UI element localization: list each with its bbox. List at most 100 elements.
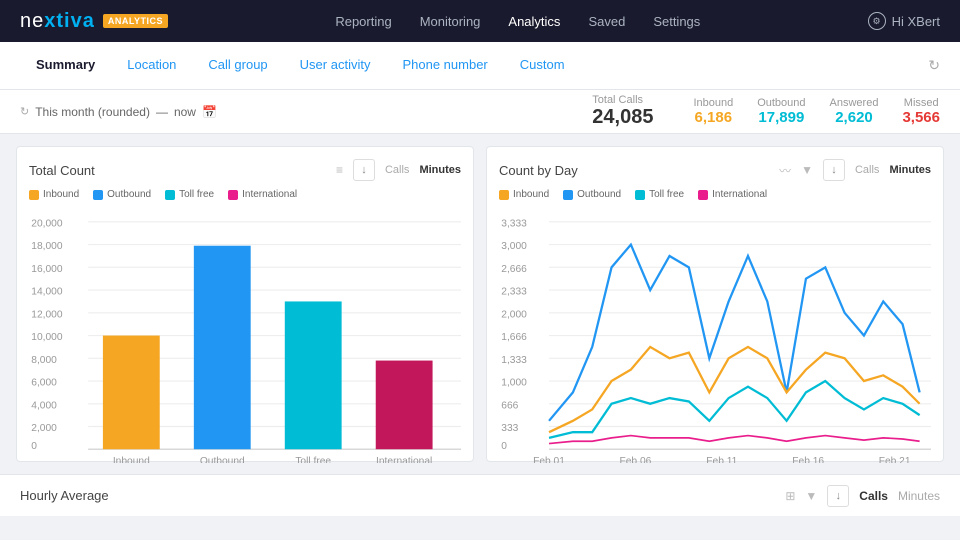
hourly-toggle-calls[interactable]: Calls [859,489,888,503]
chart-left-legend: Inbound Outbound Toll free International [29,189,461,200]
svg-text:14,000: 14,000 [31,287,63,298]
tab-bar: Summary Location Call group User activit… [0,42,960,90]
legend-right-dot-outbound [563,190,573,200]
svg-text:10,000: 10,000 [31,332,63,343]
legend-right-dot-intl [698,190,708,200]
stats-numbers: Total Calls 24,085 Inbound 6,186 Outboun… [592,94,940,129]
legend-right-label-outbound: Outbound [577,189,621,200]
logo: nextiva [20,10,95,33]
chart-left-download[interactable]: ↓ [353,159,375,181]
chart-left-title: Total Count [29,163,95,178]
legend-tollfree: Toll free [165,189,214,200]
tab-summary[interactable]: Summary [20,43,111,89]
chart-right-filter[interactable]: ▼ [801,163,813,177]
analytics-badge: ANALYTICS [103,14,168,28]
legend-international: International [228,189,297,200]
svg-text:Toll free: Toll free [295,456,331,463]
bar-international [376,361,433,450]
filter-icon: ↻ [20,105,29,118]
nav-settings[interactable]: Settings [653,14,700,29]
hourly-icon-filter[interactable]: ▼ [805,489,817,503]
chart-right-icon[interactable]: 〰 [779,162,791,179]
filter-section: ↻ This month (rounded) — now 📅 [20,105,217,119]
tab-phonenumber[interactable]: Phone number [386,43,503,89]
tab-useractivity[interactable]: User activity [284,43,387,89]
stat-answered: Answered 2,620 [830,97,879,126]
filter-label: This month (rounded) [35,105,150,119]
svg-text:Feb 16: Feb 16 [792,456,824,463]
filter-value: now [174,105,196,119]
total-count-chart: Total Count ≡ ↓ Calls Minutes Inbound Ou… [16,146,474,462]
bar-tollfree [285,301,342,449]
svg-text:333: 333 [501,423,518,434]
chart-right-toggle-calls[interactable]: Calls [855,164,879,176]
legend-dot-tollfree [165,190,175,200]
legend-right-label-inbound: Inbound [513,189,549,200]
svg-text:18,000: 18,000 [31,241,63,252]
stat-missed: Missed 3,566 [902,97,940,126]
svg-text:1,000: 1,000 [501,378,527,389]
legend-dot-outbound [93,190,103,200]
hourly-controls: ⊞ ▼ ↓ Calls Minutes [785,485,940,507]
chart-icon-trend[interactable]: ≡ [336,163,343,177]
chart-right-toggle-minutes[interactable]: Minutes [889,164,931,176]
missed-label: Missed [902,97,940,109]
nav-analytics[interactable]: Analytics [508,14,560,29]
chart-left-header: Total Count ≡ ↓ Calls Minutes [29,159,461,181]
svg-text:1,333: 1,333 [501,355,527,366]
svg-text:16,000: 16,000 [31,264,63,275]
count-by-day-chart: Count by Day 〰 ▼ ↓ Calls Minutes Inbound… [486,146,944,462]
stat-inbound: Inbound 6,186 [693,97,733,126]
svg-text:3,000: 3,000 [501,241,527,252]
svg-text:2,666: 2,666 [501,264,527,275]
svg-text:Inbound: Inbound [113,456,150,463]
svg-text:2,000: 2,000 [501,309,527,320]
line-international [549,436,920,444]
legend-right-dot-tollfree [635,190,645,200]
user-section: ⚙ Hi XBert [868,12,940,30]
hourly-icon-chart[interactable]: ⊞ [785,489,795,503]
svg-text:666: 666 [501,400,518,411]
legend-right-inbound: Inbound [499,189,549,200]
chart-right-download[interactable]: ↓ [823,159,845,181]
svg-text:3,333: 3,333 [501,218,527,229]
svg-text:0: 0 [501,441,507,452]
nav-saved[interactable]: Saved [588,14,625,29]
svg-text:6,000: 6,000 [31,378,57,389]
legend-right-outbound: Outbound [563,189,621,200]
svg-text:12,000: 12,000 [31,309,63,320]
tab-location[interactable]: Location [111,43,192,89]
chart-left-controls: ≡ ↓ Calls Minutes [336,159,461,181]
legend-right-dot-inbound [499,190,509,200]
inbound-label: Inbound [693,97,733,109]
nav-monitoring[interactable]: Monitoring [420,14,481,29]
hourly-title: Hourly Average [20,488,109,503]
stats-bar: ↻ This month (rounded) — now 📅 Total Cal… [0,90,960,134]
legend-inbound: Inbound [29,189,79,200]
logo-section: nextiva ANALYTICS [20,10,168,33]
svg-text:4,000: 4,000 [31,400,57,411]
nav-links: Reporting Monitoring Analytics Saved Set… [335,14,700,29]
line-inbound [549,347,920,432]
hourly-download[interactable]: ↓ [827,485,849,507]
chart-right-title: Count by Day [499,163,578,178]
legend-right-label-intl: International [712,189,767,200]
refresh-button[interactable]: ↻ [928,57,940,74]
missed-value: 3,566 [902,109,940,126]
nav-reporting[interactable]: Reporting [335,14,391,29]
legend-right-label-tollfree: Toll free [649,189,684,200]
legend-right-tollfree: Toll free [635,189,684,200]
chart-right-legend: Inbound Outbound Toll free International [499,189,931,200]
legend-right-intl: International [698,189,767,200]
legend-label-tollfree: Toll free [179,189,214,200]
tab-custom[interactable]: Custom [504,43,581,89]
filter-calendar-icon[interactable]: 📅 [202,105,217,119]
hourly-toggle-minutes[interactable]: Minutes [898,489,940,503]
tab-callgroup[interactable]: Call group [192,43,283,89]
chart-left-toggle-calls[interactable]: Calls [385,164,409,176]
chart-right-header: Count by Day 〰 ▼ ↓ Calls Minutes [499,159,931,181]
bar-outbound [194,246,251,449]
svg-text:Feb 11: Feb 11 [706,456,737,463]
chart-left-toggle-minutes[interactable]: Minutes [419,164,461,176]
svg-text:Outbound: Outbound [200,456,245,463]
